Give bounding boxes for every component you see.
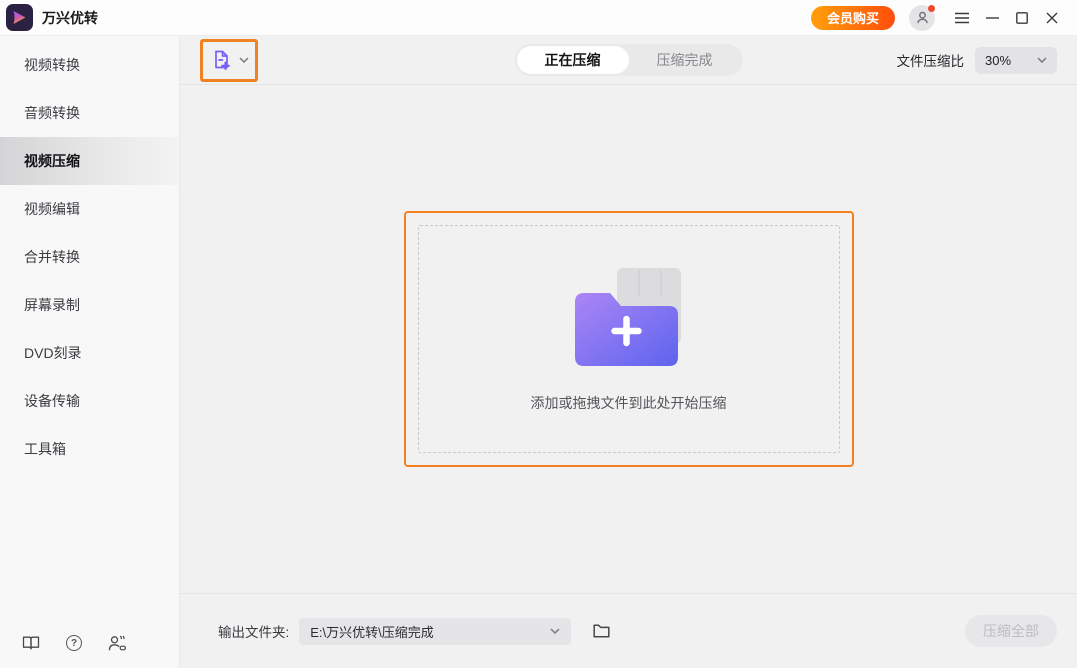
person-icon <box>915 10 930 25</box>
titlebar-controls: 会员购买 <box>811 4 1067 32</box>
chevron-down-icon <box>1037 57 1047 63</box>
sidebar-item-audio-convert[interactable]: 音频转换 <box>0 89 179 137</box>
sidebar-item-dvd-burn[interactable]: DVD刻录 <box>0 329 179 377</box>
tab-completed[interactable]: 压缩完成 <box>629 46 741 74</box>
notification-dot-icon <box>928 5 935 12</box>
chevron-down-icon <box>239 57 249 63</box>
minimize-icon[interactable] <box>977 4 1007 32</box>
app-logo-icon <box>6 4 33 31</box>
main-header: 正在压缩 压缩完成 文件压缩比 30% <box>180 36 1077 85</box>
close-icon[interactable] <box>1037 4 1067 32</box>
compression-ratio-value: 30% <box>985 53 1011 68</box>
footer-bar: 输出文件夹: E:\万兴优转\压缩完成 压缩全部 <box>180 593 1077 668</box>
sidebar-item-merge-convert[interactable]: 合并转换 <box>0 233 179 281</box>
app-window: 万兴优转 会员购买 <box>0 0 1077 668</box>
browse-folder-button[interactable] <box>589 619 613 643</box>
sidebar-item-device-transfer[interactable]: 设备传输 <box>0 377 179 425</box>
sidebar-footer: ? <box>22 634 126 652</box>
membership-buy-button[interactable]: 会员购买 <box>811 6 895 30</box>
guide-book-icon[interactable] <box>22 634 40 652</box>
sidebar-item-toolbox[interactable]: 工具箱 <box>0 425 179 473</box>
file-dropzone[interactable]: 添加或拖拽文件到此处开始压缩 <box>404 211 854 467</box>
chevron-down-icon <box>550 628 560 634</box>
main-panel: 正在压缩 压缩完成 文件压缩比 30% <box>180 36 1077 668</box>
main-content: 添加或拖拽文件到此处开始压缩 <box>180 85 1077 593</box>
add-file-button[interactable] <box>200 39 258 82</box>
compression-ratio-select[interactable]: 30% <box>975 47 1057 74</box>
output-folder-label: 输出文件夹: <box>218 621 289 641</box>
add-document-icon <box>209 48 234 73</box>
dropzone-hint: 添加或拖拽文件到此处开始压缩 <box>531 393 727 413</box>
output-folder-path: E:\万兴优转\压缩完成 <box>310 622 434 641</box>
compression-ratio-label: 文件压缩比 <box>897 50 965 70</box>
sidebar-item-video-compress[interactable]: 视频压缩 <box>0 137 179 185</box>
output-folder-select[interactable]: E:\万兴优转\压缩完成 <box>299 618 571 645</box>
community-icon[interactable] <box>108 634 126 652</box>
app-title: 万兴优转 <box>42 8 98 28</box>
sidebar-item-video-edit[interactable]: 视频编辑 <box>0 185 179 233</box>
maximize-icon[interactable] <box>1007 4 1037 32</box>
user-avatar[interactable] <box>909 5 935 31</box>
compression-ratio-group: 文件压缩比 30% <box>897 47 1058 74</box>
compress-all-button[interactable]: 压缩全部 <box>965 615 1057 647</box>
sidebar: 视频转换 音频转换 视频压缩 视频编辑 合并转换 屏幕录制 DVD刻录 设备传输… <box>0 36 180 668</box>
sidebar-item-screen-record[interactable]: 屏幕录制 <box>0 281 179 329</box>
help-icon[interactable]: ? <box>65 634 83 652</box>
folder-icon <box>593 624 610 638</box>
add-folder-icon <box>573 266 685 366</box>
sidebar-item-video-convert[interactable]: 视频转换 <box>0 41 179 89</box>
titlebar: 万兴优转 会员购买 <box>0 0 1077 36</box>
tab-compressing[interactable]: 正在压缩 <box>517 46 629 74</box>
menu-icon[interactable] <box>947 4 977 32</box>
status-tabs: 正在压缩 压缩完成 <box>515 44 743 76</box>
